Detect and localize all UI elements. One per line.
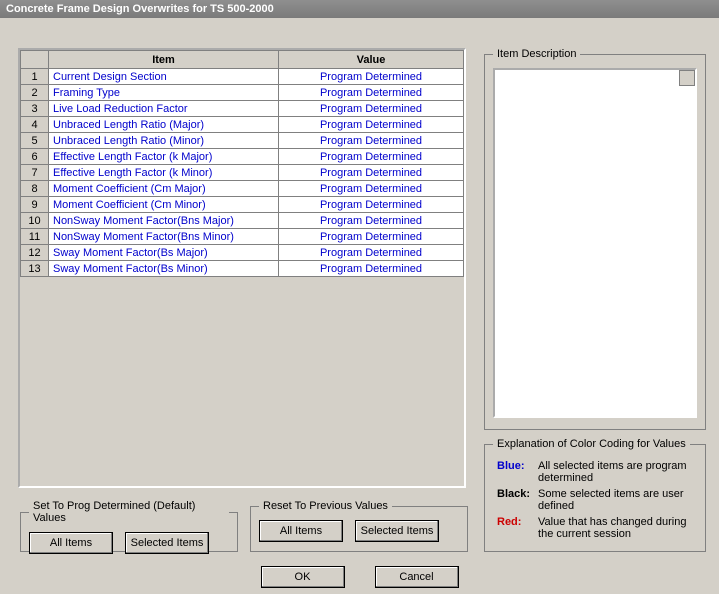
row-number: 7 xyxy=(21,165,49,181)
scroll-up-icon[interactable] xyxy=(679,70,695,86)
row-value[interactable]: Program Determined xyxy=(279,229,464,245)
reset-all-items-button[interactable]: All Items xyxy=(259,520,343,542)
row-number: 4 xyxy=(21,117,49,133)
row-value[interactable]: Program Determined xyxy=(279,197,464,213)
color-red-text: Value that has changed during the curren… xyxy=(534,514,697,542)
row-value[interactable]: Program Determined xyxy=(279,213,464,229)
row-number: 2 xyxy=(21,85,49,101)
row-item[interactable]: Sway Moment Factor(Bs Major) xyxy=(49,245,279,261)
row-number: 3 xyxy=(21,101,49,117)
row-item[interactable]: Moment Coefficient (Cm Minor) xyxy=(49,197,279,213)
color-coding-legend: Explanation of Color Coding for Values xyxy=(493,438,690,450)
row-value[interactable]: Program Determined xyxy=(279,117,464,133)
item-description-text xyxy=(493,68,697,418)
color-coding-group: Explanation of Color Coding for Values B… xyxy=(484,438,706,552)
row-value[interactable]: Program Determined xyxy=(279,245,464,261)
row-item[interactable]: NonSway Moment Factor(Bns Minor) xyxy=(49,229,279,245)
row-value[interactable]: Program Determined xyxy=(279,149,464,165)
overwrites-table[interactable]: Item Value 1Current Design SectionProgra… xyxy=(20,50,464,277)
row-item[interactable]: Unbraced Length Ratio (Major) xyxy=(49,117,279,133)
row-number: 13 xyxy=(21,261,49,277)
row-item[interactable]: NonSway Moment Factor(Bns Major) xyxy=(49,213,279,229)
row-number: 12 xyxy=(21,245,49,261)
color-blue-text: All selected items are program determine… xyxy=(534,458,697,486)
row-item[interactable]: Live Load Reduction Factor xyxy=(49,101,279,117)
row-item[interactable]: Effective Length Factor (k Minor) xyxy=(49,165,279,181)
setprog-selected-items-button[interactable]: Selected Items xyxy=(125,532,209,554)
row-item[interactable]: Sway Moment Factor(Bs Minor) xyxy=(49,261,279,277)
row-number: 1 xyxy=(21,69,49,85)
col-header-value: Value xyxy=(279,51,464,69)
color-black-label: Black: xyxy=(493,486,534,514)
reset-previous-group: Reset To Previous Values All Items Selec… xyxy=(250,500,468,552)
cancel-button[interactable]: Cancel xyxy=(375,566,459,588)
color-black-text: Some selected items are user defined xyxy=(534,486,697,514)
window-title: Concrete Frame Design Overwrites for TS … xyxy=(6,3,274,15)
window-titlebar: Concrete Frame Design Overwrites for TS … xyxy=(0,0,719,18)
row-number: 8 xyxy=(21,181,49,197)
row-value[interactable]: Program Determined xyxy=(279,165,464,181)
set-prog-determined-group: Set To Prog Determined (Default) Values … xyxy=(20,500,238,552)
reset-previous-legend: Reset To Previous Values xyxy=(259,500,392,512)
col-header-rownum xyxy=(21,51,49,69)
row-number: 9 xyxy=(21,197,49,213)
set-prog-determined-legend: Set To Prog Determined (Default) Values xyxy=(29,500,229,524)
table-row[interactable]: 1Current Design SectionProgram Determine… xyxy=(21,69,464,85)
row-number: 10 xyxy=(21,213,49,229)
row-value[interactable]: Program Determined xyxy=(279,181,464,197)
row-number: 11 xyxy=(21,229,49,245)
col-header-item: Item xyxy=(49,51,279,69)
row-item[interactable]: Unbraced Length Ratio (Minor) xyxy=(49,133,279,149)
table-row[interactable]: 6Effective Length Factor (k Major)Progra… xyxy=(21,149,464,165)
overwrites-table-panel: Item Value 1Current Design SectionProgra… xyxy=(18,48,466,488)
table-row[interactable]: 10NonSway Moment Factor(Bns Major)Progra… xyxy=(21,213,464,229)
row-item[interactable]: Effective Length Factor (k Major) xyxy=(49,149,279,165)
setprog-all-items-button[interactable]: All Items xyxy=(29,532,113,554)
ok-button[interactable]: OK xyxy=(261,566,345,588)
table-row[interactable]: 13Sway Moment Factor(Bs Minor)Program De… xyxy=(21,261,464,277)
row-value[interactable]: Program Determined xyxy=(279,133,464,149)
row-value[interactable]: Program Determined xyxy=(279,85,464,101)
row-value[interactable]: Program Determined xyxy=(279,69,464,85)
table-row[interactable]: 2Framing TypeProgram Determined xyxy=(21,85,464,101)
dialog-button-row: OK Cancel xyxy=(0,566,719,588)
row-number: 5 xyxy=(21,133,49,149)
table-row[interactable]: 8Moment Coefficient (Cm Major)Program De… xyxy=(21,181,464,197)
row-item[interactable]: Moment Coefficient (Cm Major) xyxy=(49,181,279,197)
color-red-label: Red: xyxy=(493,514,534,542)
table-row[interactable]: 3Live Load Reduction FactorProgram Deter… xyxy=(21,101,464,117)
row-item[interactable]: Framing Type xyxy=(49,85,279,101)
row-value[interactable]: Program Determined xyxy=(279,261,464,277)
table-row[interactable]: 7Effective Length Factor (k Minor)Progra… xyxy=(21,165,464,181)
table-row[interactable]: 12Sway Moment Factor(Bs Major)Program De… xyxy=(21,245,464,261)
row-value[interactable]: Program Determined xyxy=(279,101,464,117)
table-row[interactable]: 9Moment Coefficient (Cm Minor)Program De… xyxy=(21,197,464,213)
reset-selected-items-button[interactable]: Selected Items xyxy=(355,520,439,542)
table-row[interactable]: 11NonSway Moment Factor(Bns Minor)Progra… xyxy=(21,229,464,245)
item-description-group: Item Description xyxy=(484,48,706,430)
item-description-legend: Item Description xyxy=(493,48,580,60)
table-row[interactable]: 5Unbraced Length Ratio (Minor)Program De… xyxy=(21,133,464,149)
dialog-body: Item Value 1Current Design SectionProgra… xyxy=(0,18,719,594)
row-number: 6 xyxy=(21,149,49,165)
row-item[interactable]: Current Design Section xyxy=(49,69,279,85)
color-blue-label: Blue: xyxy=(493,458,534,486)
table-row[interactable]: 4Unbraced Length Ratio (Major)Program De… xyxy=(21,117,464,133)
